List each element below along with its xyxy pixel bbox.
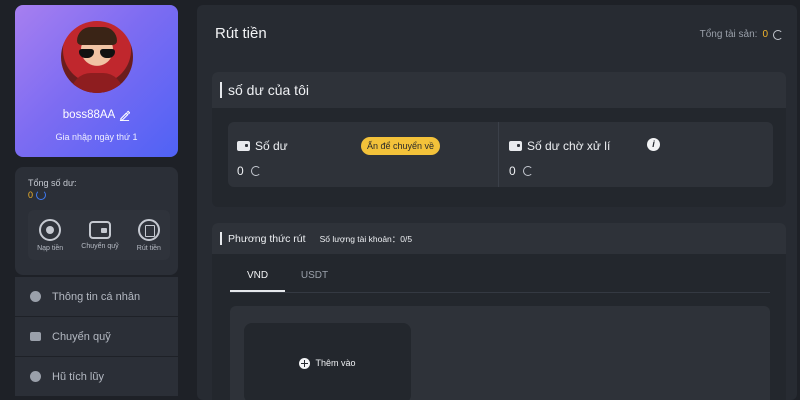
join-days-text: Gia nhập ngày thứ 1 — [55, 132, 138, 142]
avatar-sunglasses — [79, 49, 115, 58]
total-balance-amount: 0 — [28, 190, 34, 200]
total-balance-card: Tổng số dư: 0 Nạp tiền Chuyển quỹ Rút ti… — [15, 167, 178, 275]
info-icon[interactable]: i — [647, 138, 660, 151]
avatar-shirt — [71, 73, 123, 93]
section-title: Phương thức rút — [228, 232, 306, 245]
sidebar-item-personal-info[interactable]: Thông tin cá nhân — [15, 277, 178, 317]
account-count: Số lượng tài khoản：0/5 — [319, 233, 413, 244]
plus-icon — [299, 357, 311, 369]
currency-tabs: VND USDT — [230, 264, 342, 292]
deposit-label: Nạp tiền — [37, 244, 64, 252]
withdraw-method-section: Phương thức rút Số lượng tài khoản：0/5 V… — [212, 223, 786, 400]
balances-box: Số dư Ấn để chuyển về 0 Số dư chờ xử lí … — [228, 122, 773, 187]
transfer-funds-button[interactable]: Chuyển quỹ — [81, 220, 119, 250]
side-menu: Thông tin cá nhân Chuyển quỹ Hũ tích lũy — [15, 277, 178, 397]
transfer-back-button[interactable]: Ấn để chuyển về — [361, 137, 441, 155]
total-assets: Tổng tài sản: 0 — [700, 29, 783, 40]
section-marker — [220, 82, 222, 98]
wallet-icon — [237, 141, 250, 151]
avatar-hair — [77, 27, 117, 45]
withdraw-label: Rút tiền — [136, 244, 161, 252]
profile-card: boss88AA Gia nhập ngày thứ 1 — [15, 5, 178, 157]
pending-balance-value: 0 — [509, 164, 516, 178]
total-balance-value: 0 — [28, 190, 47, 200]
wallet-icon — [88, 220, 111, 239]
section-header: Phương thức rút Số lượng tài khoản：0/5 — [212, 223, 786, 254]
sidebar-item-transfer-funds[interactable]: Chuyển quỹ — [15, 317, 178, 357]
pending-balance-label: Số dư chờ xử lí — [527, 139, 611, 153]
wallet-icon — [509, 141, 522, 151]
savings-icon — [30, 371, 41, 382]
section-header: số dư của tôi — [212, 72, 786, 108]
my-balance-section: số dư của tôi Số dư Ấn để chuyển về 0 Số… — [212, 72, 786, 207]
section-marker — [220, 232, 222, 245]
pending-value-row: 0 — [509, 164, 533, 178]
tab-vnd[interactable]: VND — [230, 264, 285, 292]
refresh-icon[interactable] — [36, 190, 47, 200]
username-row: boss88AA — [15, 109, 178, 121]
transfer-funds-label: Chuyển quỹ — [81, 242, 119, 250]
section-title: số dư của tôi — [228, 82, 309, 98]
total-assets-value: 0 — [762, 29, 768, 40]
add-account-label: Thêm vào — [315, 358, 356, 368]
divider — [230, 292, 770, 293]
avatar[interactable] — [61, 21, 133, 93]
username: boss88AA — [62, 109, 116, 121]
edit-icon[interactable] — [119, 110, 131, 121]
refresh-icon[interactable] — [773, 29, 783, 40]
wallet-icon — [30, 332, 41, 341]
total-assets-label: Tổng tài sản: — [699, 29, 758, 40]
quick-actions: Nạp tiền Chuyển quỹ Rút tiền — [28, 210, 170, 260]
deposit-icon — [39, 218, 62, 241]
page-title: Rút tiền — [215, 25, 267, 42]
sidebar-item-savings[interactable]: Hũ tích lũy — [15, 357, 178, 397]
tab-panel: Thêm vào — [230, 306, 770, 400]
balance-label: Số dư — [255, 139, 288, 153]
deposit-button[interactable]: Nạp tiền — [37, 218, 64, 252]
tab-usdt[interactable]: USDT — [287, 264, 342, 292]
pending-balance-title: Số dư chờ xử lí — [509, 139, 610, 153]
refresh-icon[interactable] — [250, 166, 261, 176]
sidebar-item-label: Thông tin cá nhân — [52, 290, 141, 303]
balance-column: Số dư Ấn để chuyển về 0 — [228, 122, 499, 187]
user-icon — [30, 291, 41, 302]
balance-value-row: 0 — [237, 164, 261, 178]
refresh-icon[interactable] — [522, 166, 533, 176]
balance-value: 0 — [237, 164, 244, 178]
total-balance-label: Tổng số dư: — [28, 178, 77, 188]
withdraw-icon — [137, 218, 160, 241]
withdraw-button[interactable]: Rút tiền — [136, 218, 161, 252]
sidebar-item-label: Hũ tích lũy — [52, 370, 104, 383]
sidebar-item-label: Chuyển quỹ — [52, 330, 111, 343]
balance-title: Số dư — [237, 139, 288, 153]
main-panel: Rút tiền Tổng tài sản: 0 số dư của tôi S… — [197, 5, 797, 400]
add-account-button[interactable]: Thêm vào — [244, 323, 411, 400]
pending-balance-column: Số dư chờ xử lí i 0 — [500, 122, 773, 187]
